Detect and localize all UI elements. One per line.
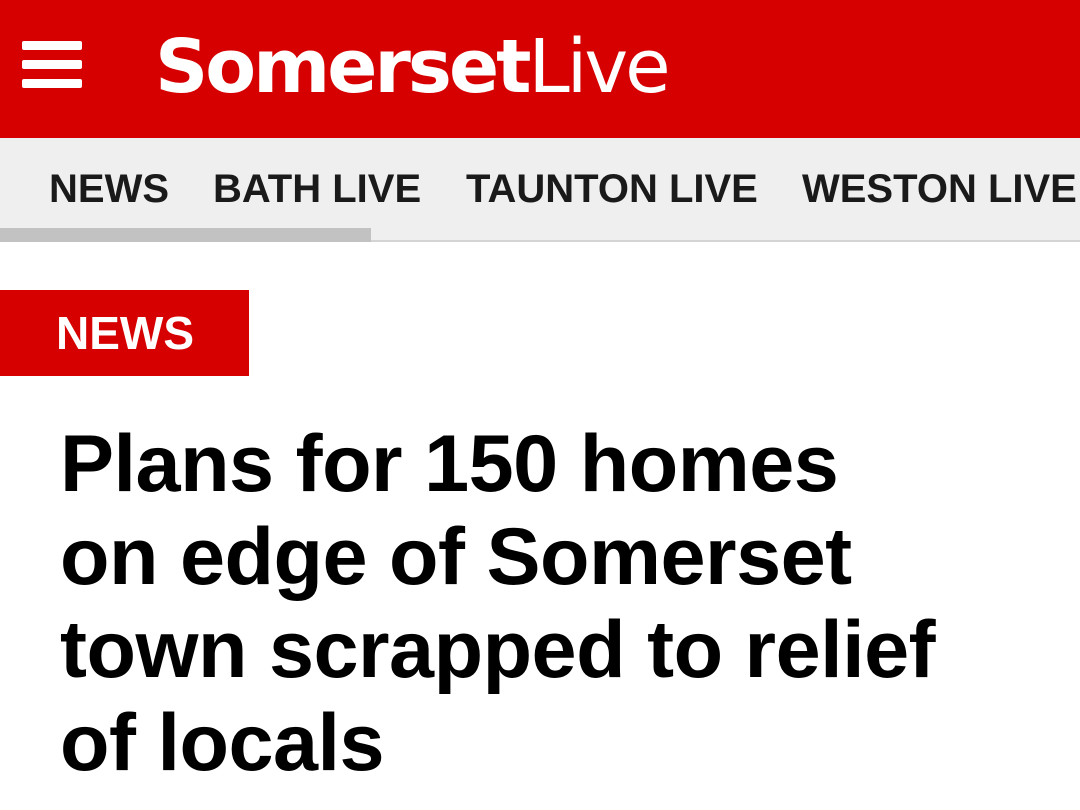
category-tag-news[interactable]: NEWS [0, 290, 249, 376]
nav-item-taunton-live[interactable]: TAUNTON LIVE [466, 162, 758, 216]
headline-line: on edge of Somerset [60, 512, 852, 602]
hamburger-menu-icon[interactable] [22, 41, 82, 89]
article-headline: Plans for 150 homes on edge of Somerset … [60, 418, 1020, 790]
headline-line: town scrapped to relief [60, 605, 936, 695]
nav-item-news[interactable]: NEWS [49, 162, 169, 216]
nav-scroll-indicator [0, 228, 371, 242]
section-nav: NEWS BATH LIVE TAUNTON LIVE WESTON LIVE [0, 138, 1080, 242]
logo-text-somerset: Somerset [155, 24, 532, 110]
headline-line: Plans for 150 homes [60, 419, 839, 509]
site-header: SomersetLive [0, 0, 1080, 138]
menu-icon-bar [22, 79, 82, 88]
nav-item-bath-live[interactable]: BATH LIVE [213, 162, 421, 216]
menu-icon-bar [22, 60, 82, 69]
site-logo[interactable]: SomersetLive [155, 22, 671, 112]
logo-text-live: Live [528, 24, 671, 110]
menu-icon-bar [22, 41, 82, 50]
headline-line: of locals [60, 698, 385, 788]
nav-item-weston-live[interactable]: WESTON LIVE [802, 162, 1077, 216]
